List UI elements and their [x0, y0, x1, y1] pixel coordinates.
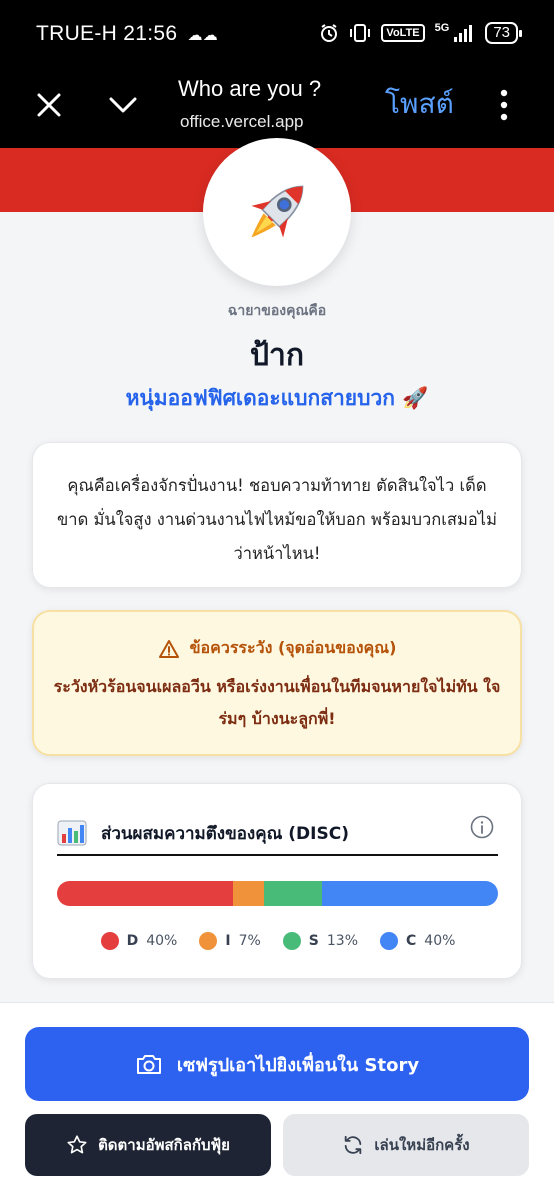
system-status-bar: TRUE-H 21:56 ☁☁ VoLTE 5G 73 — [0, 0, 554, 68]
alarm-icon — [321, 24, 338, 42]
follow-label: ติดตามอัพสกิลกับฟุ้ย — [98, 1136, 230, 1154]
star-icon — [67, 1135, 87, 1154]
description-text: คุณคือเครื่องจักรปั่นงาน! ชอบความท้าทาย … — [57, 476, 497, 563]
legend-category: S — [308, 933, 319, 949]
disc-header: ส่วนผสมความตึงของคุณ (DISC) — [57, 812, 498, 856]
volte-badge: VoLTE — [381, 24, 425, 42]
warning-card: ข้อควรระวัง (จุดอ่อนของคุณ) ระวังหัวร้อน… — [32, 610, 522, 756]
refresh-icon — [345, 1135, 362, 1155]
page-url: office.vercel.app — [180, 112, 304, 131]
disc-stacked-bar — [57, 881, 498, 906]
legend-value: 40% — [146, 933, 178, 949]
disc-title: ส่วนผสมความตึงของคุณ (DISC) — [101, 823, 349, 844]
action-panel: เซฟรูปเอาไปยิงเพื่อนใน Story ติดตามอัพสก… — [0, 1002, 554, 1200]
legend-dot — [380, 932, 398, 950]
legend-dot — [100, 932, 119, 950]
result-subtitle: หนุ่มออฟฟิศเดอะแบกสายบวก 🚀 — [125, 386, 429, 410]
close-icon[interactable] — [34, 90, 64, 120]
disc-segment-d — [57, 881, 234, 906]
legend-category: D — [126, 933, 139, 949]
legend-category: I — [225, 933, 231, 949]
legend-item-i: I 7% — [199, 932, 261, 950]
legend-value: 7% — [238, 933, 261, 949]
legend-dot — [282, 932, 301, 950]
vibrate-icon — [350, 24, 371, 42]
battery-indicator: 73 — [485, 22, 522, 44]
disc-legend: D 40% I 7% S 13% C 40% — [33, 932, 523, 950]
replay-label: เล่นใหม่อีกครั้ง — [374, 1136, 470, 1154]
chevron-down-icon[interactable] — [106, 88, 140, 122]
network-type: 5G — [434, 22, 450, 34]
legend-value: 40% — [424, 933, 456, 949]
legend-item-d: D 40% — [100, 932, 178, 950]
post-button[interactable]: โพสต์ — [385, 82, 454, 126]
result-avatar — [203, 138, 351, 286]
warning-body: ระวังหัวร้อนจนเผลอวีน หรือเร่งงานเพื่อนใ… — [53, 677, 501, 728]
disc-segment-s — [264, 881, 322, 906]
camera-icon — [136, 1055, 161, 1074]
description-card: คุณคือเครื่องจักรปั่นงาน! ชอบความท้าทาย … — [32, 442, 522, 588]
legend-dot — [199, 932, 218, 950]
carrier-name: TRUE-H — [36, 22, 118, 45]
result-name: ป้าก — [249, 338, 305, 373]
status-icons: VoLTE 5G 73 — [319, 22, 522, 44]
nickname-label: ฉายาของคุณคือ — [227, 303, 327, 319]
more-vertical-icon[interactable] — [496, 88, 512, 122]
messenger-icon: ☁☁ — [187, 27, 219, 44]
follow-button[interactable]: ติดตามอัพสกิลกับฟุ้ย — [25, 1114, 271, 1176]
bar-chart-icon — [57, 820, 87, 846]
legend-item-c: C 40% — [380, 932, 455, 950]
disc-segment-i — [233, 881, 265, 906]
legend-item-s: S 13% — [282, 932, 358, 950]
save-image-label: เซฟรูปเอาไปยิงเพื่อนใน Story — [176, 1054, 420, 1076]
legend-value: 13% — [326, 933, 358, 949]
browser-toolbar: Who are you ? office.vercel.app โพสต์ — [0, 68, 554, 148]
warning-header: ข้อควรระวัง (จุดอ่อนของคุณ) — [34, 636, 520, 661]
rocket-icon — [251, 185, 304, 238]
warning-title: ข้อควรระวัง (จุดอ่อนของคุณ) — [189, 638, 397, 657]
save-image-button[interactable]: เซฟรูปเอาไปยิงเพื่อนใน Story — [25, 1027, 529, 1101]
replay-button[interactable]: เล่นใหม่อีกครั้ง — [283, 1114, 529, 1176]
carrier-time: TRUE-H 21:56 ☁☁ — [36, 22, 218, 46]
warning-icon — [158, 639, 179, 658]
page-title: Who are you ? — [178, 76, 322, 101]
signal-icon — [454, 25, 473, 42]
info-icon[interactable] — [470, 815, 494, 839]
clock: 21:56 — [123, 22, 178, 45]
legend-category: C — [406, 933, 417, 949]
disc-segment-c — [321, 881, 498, 906]
disc-card: ส่วนผสมความตึงของคุณ (DISC) D 40% I 7% S 13% C… — [32, 783, 522, 979]
